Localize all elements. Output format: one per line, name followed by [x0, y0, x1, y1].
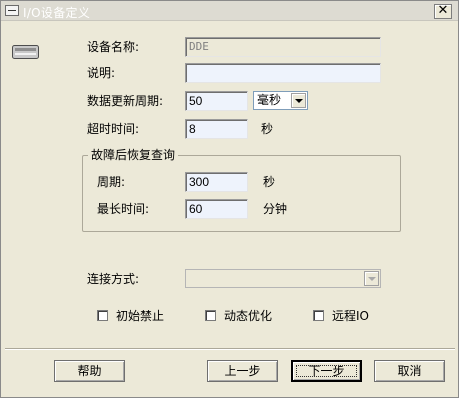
close-icon: ✕ [437, 3, 449, 18]
update-period-unit-select[interactable]: 毫秒 [253, 91, 308, 110]
timeout-label: 超时时间: [87, 122, 140, 136]
recovery-period-unit: 秒 [263, 175, 276, 189]
device-icon [12, 45, 39, 59]
chevron-down-icon[interactable] [364, 271, 379, 286]
io-device-dialog: I/O设备定义 ✕ 设备名称: DDE 说明: 数据更新周期: 50 毫秒 超时… [0, 0, 459, 398]
cancel-button[interactable]: 取消 [374, 360, 445, 382]
checkbox-box[interactable] [205, 310, 216, 321]
checkbox-initial-disable[interactable]: 初始禁止 [97, 308, 164, 324]
max-time-field[interactable]: 60 [185, 199, 248, 219]
description-label: 说明: [87, 66, 116, 80]
max-time-label: 最长时间: [97, 202, 150, 216]
recovery-group-title: 故障后恢复查询 [88, 147, 179, 163]
recovery-period-field[interactable]: 300 [185, 172, 248, 192]
help-button[interactable]: 帮助 [54, 360, 125, 382]
checkbox-remote-io[interactable]: 远程IO [313, 308, 369, 324]
checkbox-label: 初始禁止 [116, 309, 165, 323]
next-button[interactable]: 下一步 [291, 360, 362, 382]
update-period-unit-value: 毫秒 [257, 93, 282, 107]
device-name-label: 设备名称: [87, 40, 140, 54]
max-time-unit: 分钟 [263, 202, 288, 216]
window-title: I/O设备定义 [23, 6, 91, 20]
description-field[interactable] [185, 63, 381, 83]
checkbox-label: 远程IO [332, 309, 369, 323]
update-period-field[interactable]: 50 [185, 91, 248, 111]
checkbox-box[interactable] [97, 310, 108, 321]
recovery-period-label: 周期: [97, 175, 126, 189]
timeout-unit: 秒 [261, 122, 274, 136]
title-bar[interactable]: I/O设备定义 ✕ [1, 1, 458, 21]
device-name-field[interactable]: DDE [185, 37, 381, 57]
window-icon [5, 5, 19, 16]
checkbox-label: 动态优化 [224, 309, 273, 323]
close-button[interactable]: ✕ [434, 4, 452, 19]
checkbox-dynamic-optimize[interactable]: 动态优化 [205, 308, 272, 324]
update-period-label: 数据更新周期: [87, 94, 164, 108]
recovery-group [82, 155, 401, 232]
checkbox-box[interactable] [313, 310, 324, 321]
separator [5, 348, 455, 350]
chevron-down-icon[interactable] [291, 93, 306, 108]
connection-label: 连接方式: [87, 272, 140, 286]
connection-select[interactable] [185, 269, 381, 288]
prev-button[interactable]: 上一步 [207, 360, 278, 382]
timeout-field[interactable]: 8 [185, 119, 248, 139]
